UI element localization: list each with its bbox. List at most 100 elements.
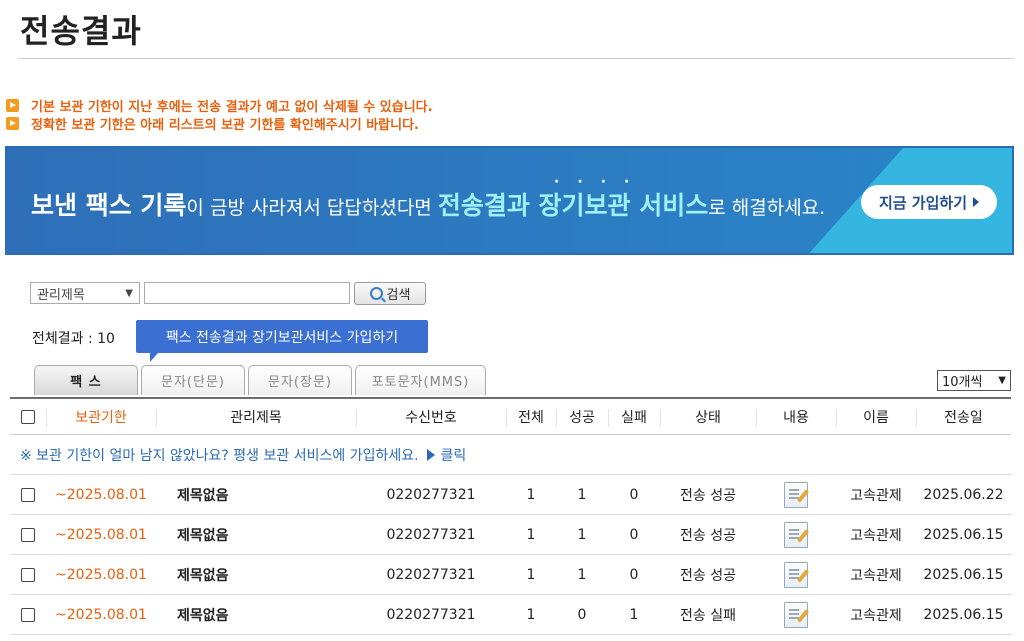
row-checkbox[interactable] [21, 567, 35, 582]
header-expiry[interactable]: 보관기한 [46, 399, 156, 434]
row-date: 2025.06.15 [923, 606, 1004, 623]
row-expiry: ~2025.08.01 [55, 606, 147, 623]
chevron-down-icon: ▼ [125, 287, 133, 299]
notice-list: 기본 보관 기한이 지난 후에는 전송 결과가 예고 없이 삭제될 수 있습니다… [6, 96, 433, 133]
search-button[interactable]: 검색 [354, 282, 426, 305]
banner-text-part1: 보낸 팩스 기록 [31, 191, 187, 220]
chevron-down-icon: ▼ [998, 375, 1006, 386]
tab-lms[interactable]: 문자(장문) [248, 365, 352, 395]
header-number: 수신번호 [356, 399, 506, 434]
row-expiry: ~2025.08.01 [55, 566, 147, 583]
row-checkbox[interactable] [21, 487, 35, 502]
banner-text-highlight: 전송결과 장기보관 서비스 [437, 191, 709, 220]
row-date: 2025.06.22 [923, 486, 1004, 503]
search-field-select[interactable]: 관리제목 ▼ [30, 282, 140, 304]
notice-text: 기본 보관 기한이 지난 후에는 전송 결과가 예고 없이 삭제될 수 있습니다… [31, 99, 433, 115]
search-input[interactable] [144, 282, 350, 304]
row-status: 전송 성공 [680, 487, 736, 504]
page-title: 전송결과 [20, 12, 142, 50]
row-success: 1 [577, 526, 587, 543]
header-fail: 실패 [608, 399, 660, 434]
table-row[interactable]: ~2025.08.01 제목없음 0220277321 1 1 0 전송 성공 고속관제 202… [10, 555, 1011, 595]
header-date: 전송일 [916, 399, 1011, 434]
banner-text-part2: 이 금방 사라져서 답답하셨다면 [186, 197, 438, 219]
row-fail: 0 [629, 486, 639, 503]
row-number: 0220277321 [386, 566, 476, 583]
select-all-checkbox[interactable] [21, 409, 35, 424]
bullet-icon [6, 116, 19, 130]
document-edit-icon[interactable] [784, 481, 808, 508]
row-number: 0220277321 [386, 486, 476, 503]
row-title[interactable]: 제목없음 [156, 555, 356, 594]
row-fail: 1 [629, 606, 639, 623]
banner-text: 보낸 팩스 기록이 금방 사라져서 답답하셨다면 전송결과 장기보관 서비스로 … [31, 186, 825, 222]
search-bar: 관리제목 ▼ 검색 [30, 282, 426, 305]
row-title[interactable]: 제목없음 [156, 475, 356, 514]
row-checkbox-cell [10, 555, 46, 594]
lifetime-storage-promo[interactable]: ※ 보관 기한이 얼마 남지 않았나요? 평생 보관 서비스에 가입하세요. 클… [10, 435, 1011, 475]
row-total: 1 [526, 566, 536, 583]
row-status: 전송 성공 [680, 527, 736, 544]
notice-text: 정확한 보관 기한은 아래 리스트의 보관 기한를 확인해주시기 바랍니다. [31, 117, 419, 133]
row-checkbox-cell [10, 515, 46, 554]
header-title: 관리제목 [156, 399, 356, 434]
per-page-select[interactable]: 10개씩 ▼ [937, 370, 1011, 391]
row-checkbox[interactable] [21, 527, 35, 542]
per-page-value: 10개씩 [942, 375, 983, 390]
document-edit-icon[interactable] [784, 561, 808, 588]
play-arrow-icon [426, 448, 435, 461]
row-number: 0220277321 [386, 606, 476, 623]
title-divider [18, 58, 1014, 59]
tab-fax[interactable]: 팩 스 [34, 365, 138, 395]
results-table: 보관기한 관리제목 수신번호 전체 성공 실패 상태 내용 이름 전송일 ※ 보… [10, 397, 1011, 635]
header-status: 상태 [660, 399, 756, 434]
notice-item: 기본 보관 기한이 지난 후에는 전송 결과가 예고 없이 삭제될 수 있습니다… [6, 96, 433, 115]
total-count: 전체결과 : 10 [32, 331, 115, 347]
row-success: 1 [577, 486, 587, 503]
header-name: 이름 [836, 399, 916, 434]
row-status: 전송 실패 [680, 607, 736, 624]
header-success: 성공 [556, 399, 608, 434]
subscribe-tooltip[interactable]: 팩스 전송결과 장기보관서비스 가입하기 [136, 320, 428, 362]
row-total: 1 [526, 526, 536, 543]
row-success: 0 [577, 606, 587, 623]
row-expiry: ~2025.08.01 [55, 486, 147, 503]
notice-item: 정확한 보관 기한은 아래 리스트의 보관 기한를 확인해주시기 바랍니다. [6, 114, 433, 133]
message-type-tabs: 팩 스 문자(단문) 문자(장문) 포토문자(MMS) [34, 365, 486, 395]
row-content-cell [756, 475, 836, 514]
row-checkbox[interactable] [21, 607, 35, 622]
table-header: 보관기한 관리제목 수신번호 전체 성공 실패 상태 내용 이름 전송일 [10, 397, 1011, 435]
banner-text-part4: 로 해결하세요. [708, 197, 826, 219]
row-content-cell [756, 555, 836, 594]
promo-link[interactable]: 클릭 [441, 445, 467, 465]
document-edit-icon[interactable] [784, 521, 808, 548]
row-date: 2025.06.15 [923, 526, 1004, 543]
row-total: 1 [526, 486, 536, 503]
row-expiry: ~2025.08.01 [55, 526, 147, 543]
row-total: 1 [526, 606, 536, 623]
search-field-value: 관리제목 [37, 287, 85, 303]
table-body: ~2025.08.01 제목없음 0220277321 1 1 0 전송 성공 고속관제 202… [10, 475, 1011, 635]
row-name: 고속관제 [850, 487, 902, 504]
table-row[interactable]: ~2025.08.01 제목없음 0220277321 1 1 0 전송 성공 고속관제 202… [10, 475, 1011, 515]
row-content-cell [756, 515, 836, 554]
table-row[interactable]: ~2025.08.01 제목없음 0220277321 1 0 1 전송 실패 고속관제 202… [10, 595, 1011, 635]
row-fail: 0 [629, 566, 639, 583]
table-row[interactable]: ~2025.08.01 제목없음 0220277321 1 1 0 전송 성공 고속관제 202… [10, 515, 1011, 555]
row-number: 0220277321 [386, 526, 476, 543]
row-checkbox-cell [10, 595, 46, 634]
document-edit-icon[interactable] [784, 601, 808, 628]
header-checkbox-cell [10, 399, 46, 434]
tab-sms[interactable]: 문자(단문) [141, 365, 245, 395]
row-title[interactable]: 제목없음 [156, 595, 356, 634]
join-now-button[interactable]: 지금 가입하기 [861, 185, 997, 219]
tab-mms[interactable]: 포토문자(MMS) [355, 365, 486, 395]
search-button-label: 검색 [386, 288, 411, 303]
row-name: 고속관제 [850, 527, 902, 544]
row-fail: 0 [629, 526, 639, 543]
row-title[interactable]: 제목없음 [156, 515, 356, 554]
row-status: 전송 성공 [680, 567, 736, 584]
search-icon [369, 287, 383, 300]
promo-text: ※ 보관 기한이 얼마 남지 않았나요? 평생 보관 서비스에 가입하세요. [20, 447, 419, 464]
promo-banner[interactable]: ···· 보낸 팩스 기록이 금방 사라져서 답답하셨다면 전송결과 장기보관 … [5, 146, 1014, 255]
